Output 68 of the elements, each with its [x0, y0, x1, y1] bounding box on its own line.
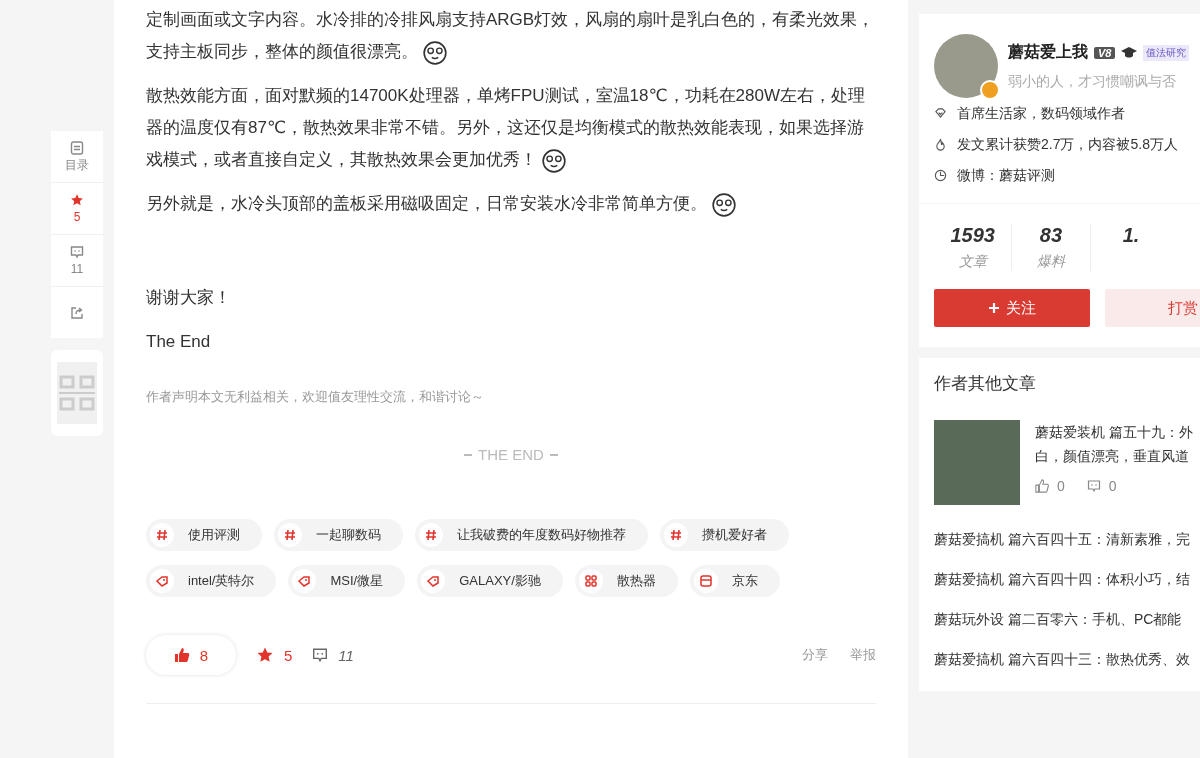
badge-label: 值法研究	[1143, 44, 1190, 61]
diamond-icon	[934, 107, 947, 120]
thumbs-up-icon	[173, 647, 190, 663]
tag-chip[interactable]: 攒机爱好者	[660, 519, 789, 551]
level-badge: V8	[1094, 46, 1116, 59]
share-icon[interactable]	[70, 305, 84, 320]
tag-chip[interactable]: GALAXY/影驰	[417, 565, 563, 597]
store-icon	[698, 574, 713, 588]
grid-icon	[583, 574, 598, 588]
thumbs-up-icon	[1035, 479, 1049, 493]
flame-icon	[934, 138, 947, 151]
comment-icon	[312, 647, 329, 663]
article-paragraph: 另外就是，水冷头顶部的盖板采用磁吸固定，日常安装水冷非常简单方便。	[146, 188, 876, 220]
favorite-button[interactable]: 5	[256, 646, 293, 664]
article-title-link[interactable]: 蘑菇爱搞机 篇六百四十三：散热优秀、效	[934, 639, 1200, 679]
article-title-link[interactable]: 蘑菇爱装机 篇五十九：外 白，颜值漂亮，垂直风道	[1035, 420, 1193, 468]
clock-icon	[934, 169, 947, 182]
end-mark: THE END	[478, 446, 544, 463]
toc-label[interactable]: 目录	[65, 158, 89, 172]
author-fact: 首席生活家，数码领域作者	[957, 104, 1125, 123]
list-icon[interactable]	[70, 141, 84, 155]
article-paragraph: 散热效能方面，面对默频的14700K处理器，单烤FPU测试，室温18℃，功耗在280W左右，处理器的温度仅有87℃，散热效果非常不错。另外，这还仅是均衡模式的散热效能表现，如果选择游戏模式，或者直接自定义，其散热效果会更加优秀！	[146, 80, 876, 176]
closing-text: The End	[146, 331, 212, 353]
follow-button[interactable]: 关注	[934, 289, 1090, 327]
author-fact: 微博：蘑菇评测	[957, 166, 1055, 185]
article-title-link[interactable]: 蘑菇爱搞机 篇六百四十五：清新素雅，完	[934, 519, 1200, 559]
section-title: 作者其他文章	[934, 373, 1037, 395]
comment-icon	[1086, 479, 1101, 493]
tag-icon	[426, 574, 441, 588]
tag-icon	[297, 574, 312, 588]
closing-text: 谢谢大家！	[146, 287, 232, 309]
tag-chip[interactable]: MSI/微星	[288, 565, 406, 597]
tag-chip[interactable]: 一起聊数码	[274, 519, 403, 551]
plus-icon	[988, 302, 1000, 314]
tag-chip[interactable]: 散热器	[574, 565, 678, 597]
tip-button[interactable]: 打赏	[1105, 289, 1200, 327]
verified-badge-icon	[980, 80, 1000, 100]
hash-icon	[283, 528, 297, 542]
stat-label: 文章	[958, 253, 987, 271]
hash-icon	[155, 528, 169, 542]
stat-value: 1.	[1122, 224, 1140, 247]
author-name[interactable]: 蘑菇爱上我	[1008, 42, 1088, 63]
comment-button[interactable]: 11	[312, 646, 354, 664]
comment-icon[interactable]	[70, 245, 84, 259]
article-title-link[interactable]: 蘑菇爱搞机 篇六百四十四：体积小巧，结	[934, 559, 1200, 599]
graduation-cap-icon	[1121, 45, 1138, 60]
disclaimer-text: 作者声明本文无利益相关，欢迎值友理性交流，和谐讨论～	[146, 388, 485, 406]
author-motto: 弱小的人，才习惯嘲讽与否	[1008, 73, 1177, 91]
article-paragraph: 定制画面或文字内容。水冷排的冷排风扇支持ARGB灯效，风扇的扇叶是乳白色的，有柔光效果，支持主板同步，整体的颜值很漂亮。	[146, 4, 876, 68]
like-button[interactable]: 8	[146, 635, 236, 675]
star-icon[interactable]	[70, 193, 84, 207]
stat-label: 爆料	[1037, 253, 1065, 271]
like-count: 0	[1057, 478, 1065, 494]
tag-chip[interactable]: 京东	[689, 565, 780, 597]
star-icon	[256, 646, 274, 664]
hash-icon	[669, 528, 683, 542]
article-title-link[interactable]: 蘑菇玩外设 篇二百零六：手机、PC都能	[934, 599, 1200, 639]
favorite-count: 5	[73, 210, 81, 224]
comment-count: 0	[1108, 478, 1117, 494]
tag-chip[interactable]: 让我破费的年度数码好物推荐	[415, 519, 648, 551]
author-fact: 发文累计获赞2.7万，内容被5.8万人	[957, 135, 1178, 154]
tag-chip[interactable]: intel/英特尔	[146, 565, 277, 597]
tag-chip[interactable]: 使用评测	[146, 519, 262, 551]
hash-icon	[424, 528, 438, 542]
comment-count: 11	[70, 262, 84, 276]
stat-value: 1593	[950, 224, 995, 247]
tag-icon	[155, 574, 169, 588]
stat-value: 83	[1039, 224, 1063, 247]
